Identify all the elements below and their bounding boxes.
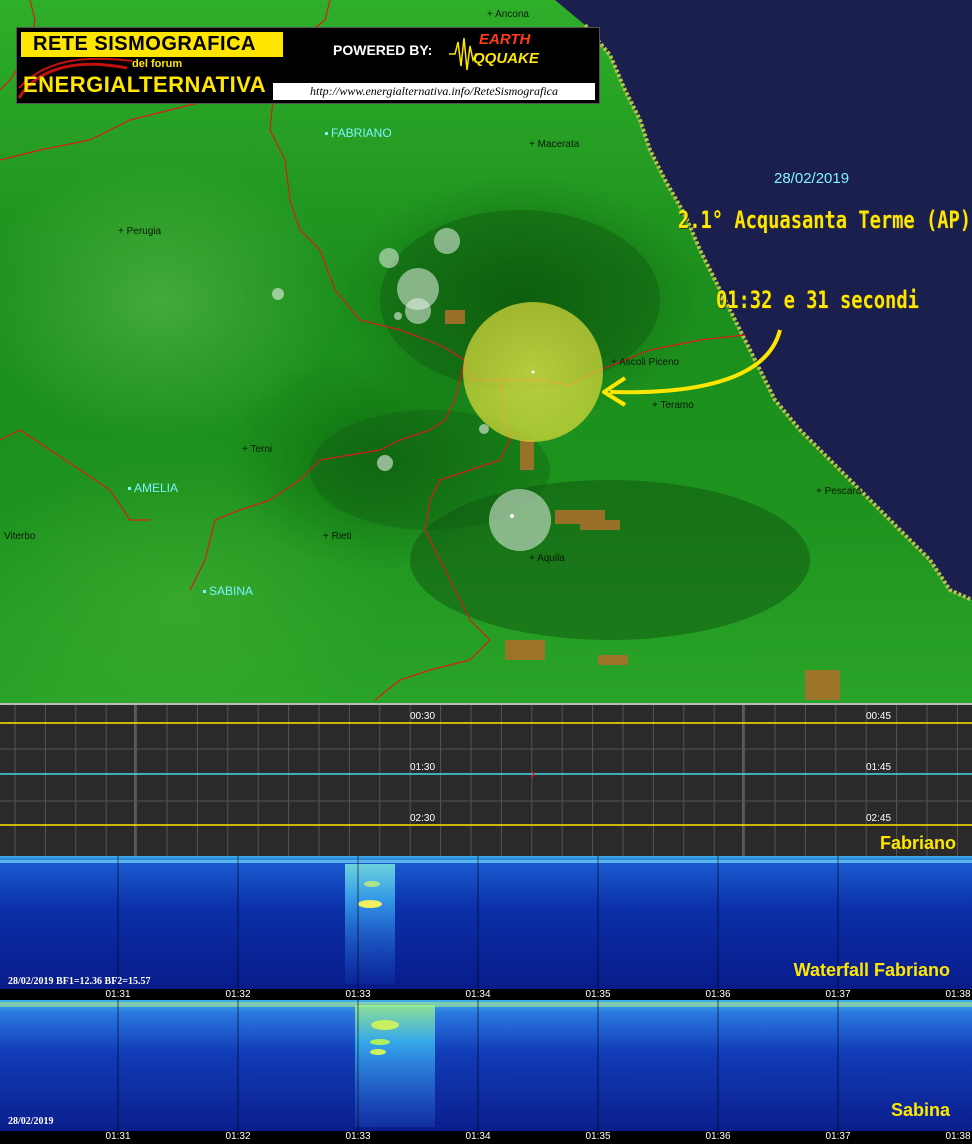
powered-by-label: POWERED BY:	[333, 42, 433, 58]
axis-tick: 01:38	[945, 989, 971, 1000]
axis-tick: 01:35	[585, 1131, 611, 1142]
seismic-map: + Ancona + Macerata + Perugia + Ascoli P…	[0, 0, 972, 703]
waterfall-sabina: 28/02/2019 Sabina	[0, 1000, 972, 1131]
axis-tick: 01:31	[105, 1131, 131, 1142]
logo-quake: QQUAKE	[473, 50, 539, 67]
banner-forum-name: ENERGIALTERNATIVA	[23, 72, 267, 97]
city-label: + Rieti	[323, 531, 352, 542]
spectrogram-sabina	[0, 1000, 972, 1131]
heli-left-label: 01:30	[410, 762, 436, 773]
station-label: SABINA	[209, 584, 254, 598]
station-sabina: SABINA	[203, 584, 253, 598]
axis-tick: 01:32	[225, 1131, 251, 1142]
waterfall-info: 28/02/2019	[8, 1116, 54, 1127]
city-label: + Pescara	[816, 486, 862, 497]
station-fabriano: FABRIANO	[325, 126, 392, 140]
time-axis-top: 01:31 01:32 01:33 01:34 01:35 01:36 01:3…	[0, 989, 972, 1000]
banner-title: RETE SISMOGRAFICA	[21, 32, 283, 57]
waterfall-fabriano: 28/02/2019 BF1=12.36 BF2=15.57 Waterfall…	[0, 856, 972, 989]
station-amelia: AMELIA	[128, 481, 178, 495]
city-label: + Ancona	[487, 9, 529, 20]
axis-tick: 01:33	[345, 989, 371, 1000]
waterfall-title: Waterfall Fabriano	[793, 960, 950, 980]
heli-left-label: 00:30	[410, 711, 436, 722]
map-terrain-svg	[0, 0, 972, 701]
annotation-event: 2.1° Acquasanta Terme (AP)	[678, 206, 972, 234]
annotation-time: 01:32 e 31 secondi	[716, 286, 919, 314]
waterfall-title: Sabina	[890, 1100, 950, 1120]
heli-right-label: 02:45	[866, 813, 892, 824]
helicorder-station-name: Fabriano	[879, 833, 956, 853]
axis-tick: 01:33	[345, 1131, 371, 1142]
helicorder-panel: 00:30 01:30 02:30 00:45 01:45 02:45 Fabr…	[0, 703, 972, 856]
axis-tick: 01:34	[465, 1131, 491, 1142]
heli-right-label: 01:45	[866, 762, 892, 773]
city-label: + Macerata	[529, 139, 580, 150]
network-banner: RETE SISMOGRAFICA del forum ENERGIALTERN…	[16, 27, 600, 104]
city-label: + Teramo	[652, 400, 694, 411]
seismic-monitor-view: + Ancona + Macerata + Perugia + Ascoli P…	[0, 0, 972, 1144]
annotation-date: 28/02/2019	[774, 170, 850, 187]
city-label: + Perugia	[118, 226, 162, 237]
station-label: FABRIANO	[331, 126, 392, 140]
station-label: AMELIA	[134, 481, 179, 495]
heli-right-label: 00:45	[866, 711, 892, 722]
axis-tick: 01:32	[225, 989, 251, 1000]
heli-left-label: 02:30	[410, 813, 436, 824]
axis-tick: 01:36	[705, 989, 731, 1000]
city-label: + Terni	[242, 444, 273, 455]
axis-tick: 01:35	[585, 989, 611, 1000]
network-url-link[interactable]: http://www.energialternativa.info/ReteSi…	[273, 83, 595, 100]
city-label: + Ascoli Piceno	[611, 357, 680, 368]
waterfall-info: 28/02/2019 BF1=12.36 BF2=15.57	[8, 976, 151, 987]
axis-tick: 01:37	[825, 1131, 851, 1142]
time-axis-bottom: 01:31 01:32 01:33 01:34 01:35 01:36 01:3…	[0, 1131, 972, 1144]
axis-tick: 01:36	[705, 1131, 731, 1142]
axis-tick: 01:34	[465, 989, 491, 1000]
axis-tick: 01:31	[105, 989, 131, 1000]
city-label: Viterbo	[4, 531, 36, 542]
helicorder-grid	[0, 705, 972, 856]
logo-earth: EARTH	[479, 31, 531, 48]
axis-tick: 01:38	[945, 1131, 971, 1142]
banner-subtitle: del forum	[132, 58, 183, 70]
city-label: + Aquila	[529, 553, 565, 564]
axis-tick: 01:37	[825, 989, 851, 1000]
